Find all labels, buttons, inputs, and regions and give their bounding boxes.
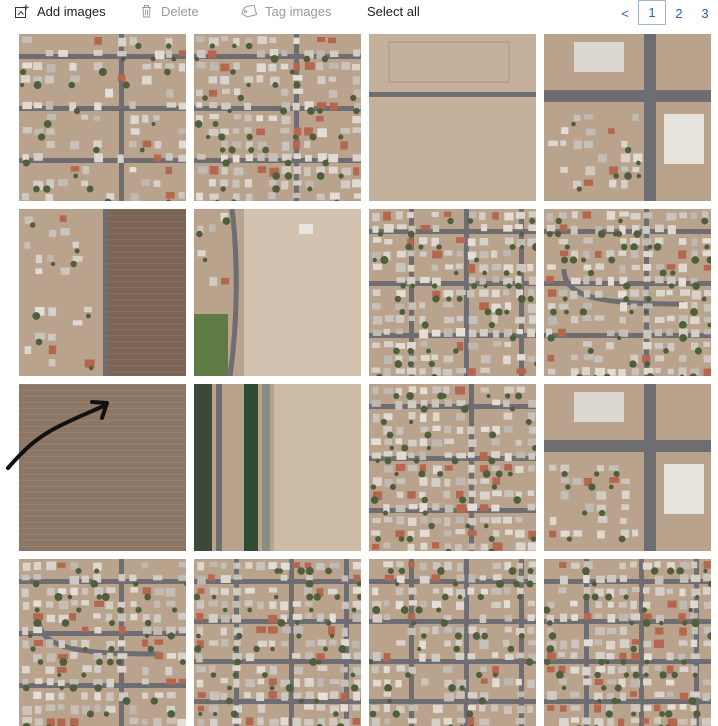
aerial-image (544, 209, 711, 376)
aerial-image (369, 559, 536, 726)
aerial-image (369, 384, 536, 551)
image-tile[interactable] (19, 384, 186, 551)
image-grid (19, 34, 711, 726)
page-2-button[interactable]: 2 (666, 2, 692, 24)
image-tile[interactable] (544, 209, 711, 376)
image-tile[interactable] (19, 559, 186, 726)
aerial-image (19, 384, 186, 551)
image-tile[interactable] (369, 34, 536, 201)
image-tile[interactable] (19, 209, 186, 376)
page-3-button[interactable]: 3 (692, 2, 718, 24)
add-images-label: Add images (37, 3, 106, 19)
add-image-icon (14, 4, 29, 19)
aerial-image (194, 384, 361, 551)
image-tile[interactable] (369, 384, 536, 551)
image-tile[interactable] (194, 559, 361, 726)
select-all-button[interactable]: Select all (367, 0, 420, 22)
image-tile[interactable] (544, 34, 711, 201)
aerial-image (19, 559, 186, 726)
page-1-button[interactable]: 1 (638, 0, 666, 25)
image-tile[interactable] (544, 559, 711, 726)
image-tile[interactable] (194, 209, 361, 376)
aerial-image (194, 559, 361, 726)
aerial-image (544, 384, 711, 551)
tag-icon (240, 4, 257, 18)
aerial-image (369, 209, 536, 376)
trash-icon (140, 4, 153, 18)
aerial-image (544, 34, 711, 201)
delete-button[interactable]: Delete (140, 0, 199, 22)
image-tile[interactable] (369, 559, 536, 726)
image-tile[interactable] (544, 384, 711, 551)
aerial-image (19, 34, 186, 201)
delete-label: Delete (161, 3, 199, 19)
image-tile[interactable] (194, 384, 361, 551)
select-all-label: Select all (367, 3, 420, 19)
aerial-image (19, 209, 186, 376)
add-images-button[interactable]: Add images (14, 0, 106, 22)
aerial-image (369, 34, 536, 201)
pagination: < 1 2 3 (612, 0, 718, 26)
tag-images-button[interactable]: Tag images (240, 0, 331, 22)
aerial-image (544, 559, 711, 726)
image-tile[interactable] (194, 34, 361, 201)
tag-images-label: Tag images (265, 3, 332, 19)
toolbar: Add images Delete Tag images Select all … (0, 0, 718, 26)
aerial-image (194, 209, 361, 376)
previous-page-button[interactable]: < (612, 2, 638, 24)
image-tile[interactable] (19, 34, 186, 201)
image-tile[interactable] (369, 209, 536, 376)
aerial-image (194, 34, 361, 201)
